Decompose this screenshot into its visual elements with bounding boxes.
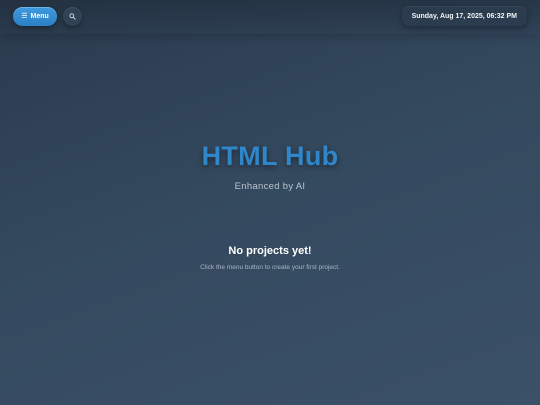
empty-state-title: No projects yet! xyxy=(228,245,312,257)
top-bar: ☰ Menu Sunday, Aug 17, 2025, 06:32 PM xyxy=(0,0,540,34)
search-button[interactable] xyxy=(63,7,82,26)
hamburger-icon: ☰ xyxy=(21,13,28,20)
menu-button[interactable]: ☰ Menu xyxy=(13,7,57,26)
search-icon xyxy=(69,13,76,20)
empty-state-hint: Click the menu button to create your fir… xyxy=(200,264,340,271)
datetime-display: Sunday, Aug 17, 2025, 06:32 PM xyxy=(401,6,527,26)
menu-button-label: Menu xyxy=(30,13,49,20)
app-title: HTML Hub xyxy=(201,141,339,171)
app-subtitle: Enhanced by AI xyxy=(234,181,306,192)
